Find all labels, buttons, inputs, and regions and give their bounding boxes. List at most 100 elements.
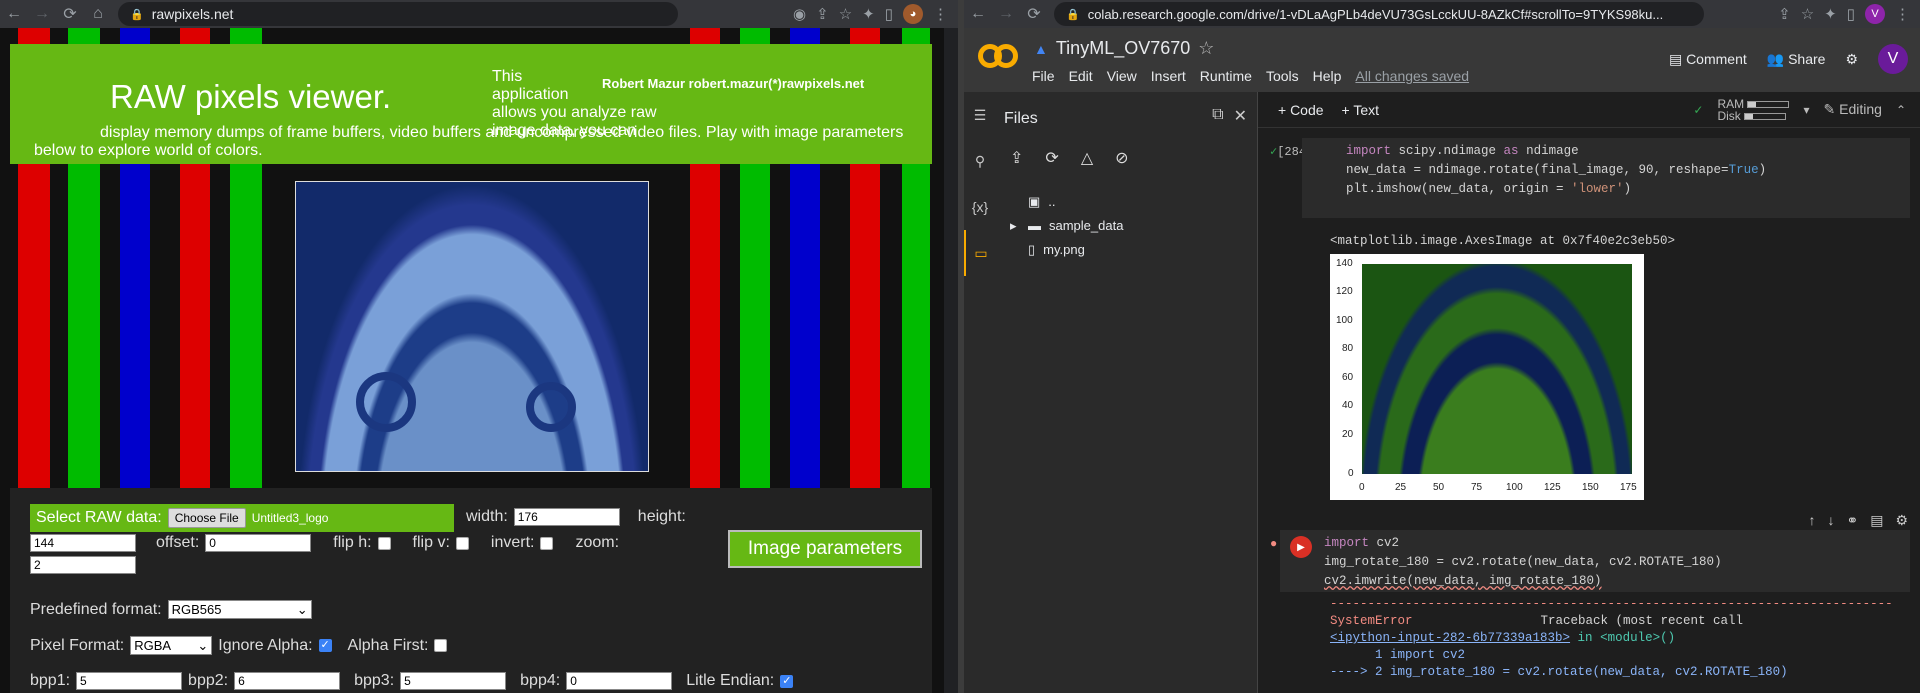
- author-text: Robert Mazur robert.mazur(*)rawpixels.ne…: [602, 76, 865, 91]
- search-icon[interactable]: ⚲: [964, 138, 996, 184]
- menu-file[interactable]: File: [1032, 68, 1055, 84]
- flip-h-label: flip h:: [333, 534, 372, 551]
- predefined-label: Predefined format:: [30, 600, 162, 618]
- user-avatar[interactable]: V: [1878, 44, 1908, 74]
- menu-icon[interactable]: ⋮: [933, 5, 948, 23]
- url-text: rawpixels.net: [151, 6, 234, 22]
- alpha-first-checkbox[interactable]: [434, 639, 448, 652]
- comment-button[interactable]: ▤ Comment: [1669, 51, 1747, 68]
- collapse-icon[interactable]: ⌃: [1896, 103, 1906, 117]
- notebook-title[interactable]: TinyML_OV7670: [1056, 38, 1190, 59]
- close-icon[interactable]: ✕: [1234, 106, 1247, 126]
- cell-1-code: import scipy.ndimage as ndimage new_data …: [1302, 138, 1910, 199]
- variables-icon[interactable]: {x}: [964, 184, 996, 230]
- menu-view[interactable]: View: [1107, 68, 1137, 84]
- file-item-parent[interactable]: ▣..: [1010, 190, 1123, 214]
- move-up-icon[interactable]: ↑: [1808, 512, 1815, 529]
- choose-file-button[interactable]: Choose File: [167, 508, 246, 528]
- open-tab-icon[interactable]: ⧉: [1212, 106, 1223, 126]
- file-item-sample-data[interactable]: ▸ ▬ sample_data: [1010, 214, 1123, 238]
- little-endian-checkbox[interactable]: [780, 674, 794, 688]
- address-bar[interactable]: 🔒 colab.research.google.com/drive/1-vDLa…: [1054, 2, 1704, 26]
- move-down-icon[interactable]: ↓: [1827, 512, 1834, 529]
- code-cell-2[interactable]: ▶ import cv2 img_rotate_180 = cv2.rotate(…: [1280, 530, 1910, 592]
- offset-input[interactable]: 0: [205, 534, 312, 552]
- cell-1-editor[interactable]: import scipy.ndimage as ndimage new_data …: [1302, 138, 1910, 218]
- flip-v-checkbox[interactable]: [455, 536, 469, 550]
- files-toolbar: ⇪ ⟳ △ ⊘: [1010, 148, 1129, 168]
- forward-icon[interactable]: →: [28, 5, 56, 23]
- sidepanel-icon[interactable]: ▯: [1847, 5, 1855, 23]
- pixel-format-select[interactable]: RGBA ⌄: [130, 636, 213, 655]
- file-item-my-png[interactable]: ▯ my.png: [1010, 238, 1123, 262]
- upload-icon[interactable]: ⇪: [1010, 148, 1023, 168]
- raw-image-preview[interactable]: [295, 181, 649, 472]
- bpp2-input[interactable]: 6: [234, 672, 341, 690]
- toc-icon[interactable]: ☰: [964, 92, 996, 138]
- share-icon[interactable]: ⇪: [816, 5, 829, 23]
- x-tick: 125: [1544, 482, 1561, 493]
- back-icon[interactable]: ←: [964, 5, 992, 23]
- mount-drive-icon[interactable]: △: [1081, 148, 1093, 168]
- bpp1-input[interactable]: 5: [76, 672, 183, 690]
- refresh-folder-icon[interactable]: ⟳: [1045, 148, 1058, 168]
- menu-help[interactable]: Help: [1313, 68, 1342, 84]
- rawpixels-window: ← → ⟳ ⌂ 🔒 rawpixels.net ◉ ⇪ ☆ ✦ ▯ ◕ ⋮ RA…: [0, 0, 958, 693]
- eye-off-icon[interactable]: ◉: [793, 5, 806, 23]
- save-status[interactable]: All changes saved: [1355, 68, 1469, 84]
- menu-tools[interactable]: Tools: [1266, 68, 1299, 84]
- extension-icon[interactable]: ✦: [862, 5, 875, 23]
- back-icon[interactable]: ←: [0, 5, 28, 23]
- add-text-button[interactable]: + Text: [1342, 102, 1380, 118]
- gear-icon[interactable]: ⚙: [1895, 512, 1908, 529]
- link-icon[interactable]: ⚭: [1846, 512, 1858, 529]
- menu-insert[interactable]: Insert: [1151, 68, 1186, 84]
- forward-icon[interactable]: →: [992, 5, 1020, 23]
- star-icon[interactable]: ☆: [1198, 38, 1214, 59]
- ram-bar: [1747, 100, 1790, 108]
- address-bar[interactable]: 🔒 rawpixels.net: [118, 2, 678, 26]
- notebook-toolbar: + Code + Text ✓ RAM Disk ▾ ✎ Editing ⌃: [1258, 92, 1920, 128]
- menu-edit[interactable]: Edit: [1069, 68, 1093, 84]
- run-icon[interactable]: ▶: [1290, 536, 1312, 558]
- share-icon[interactable]: ⇪: [1778, 5, 1791, 23]
- folder-icon[interactable]: ▭: [964, 230, 996, 276]
- invert-checkbox[interactable]: [540, 536, 554, 550]
- sidepanel-icon[interactable]: ▯: [885, 5, 893, 23]
- image-parameters-button[interactable]: Image parameters: [728, 530, 922, 568]
- star-icon[interactable]: ☆: [839, 5, 852, 23]
- profile-avatar[interactable]: ◕: [903, 4, 923, 24]
- resources-indicator[interactable]: RAM Disk: [1717, 98, 1790, 122]
- chevron-down-icon[interactable]: ▾: [1803, 103, 1809, 117]
- home-icon[interactable]: ⌂: [84, 5, 112, 23]
- height-input[interactable]: 144: [30, 534, 136, 552]
- bpp3-input[interactable]: 5: [400, 672, 507, 690]
- width-input[interactable]: 176: [513, 508, 620, 526]
- hide-files-icon[interactable]: ⊘: [1115, 148, 1128, 168]
- zoom-input[interactable]: 2: [30, 556, 136, 574]
- gear-icon[interactable]: ⚙: [1845, 51, 1858, 68]
- traceback-link[interactable]: <ipython-input-282-6b77339a183b>: [1330, 631, 1570, 645]
- reload-icon[interactable]: ⟳: [1020, 4, 1048, 24]
- file-label: my.png: [1043, 242, 1085, 257]
- reload-icon[interactable]: ⟳: [56, 4, 84, 24]
- star-icon[interactable]: ☆: [1801, 5, 1814, 23]
- ignore-alpha-checkbox[interactable]: [318, 638, 332, 652]
- menu-icon[interactable]: ⋮: [1895, 5, 1910, 23]
- bpp2-label: bpp2:: [188, 672, 229, 689]
- files-title: Files: [1004, 110, 1038, 127]
- editing-button[interactable]: ✎ Editing: [1824, 101, 1882, 118]
- predefined-format-select[interactable]: RGB565 ⌄: [167, 600, 312, 619]
- code-cell-1[interactable]: ✓[284] import scipy.ndimage as ndimage ne…: [1270, 128, 1920, 218]
- puzzle-icon[interactable]: ✦: [1824, 5, 1837, 23]
- share-button[interactable]: 👥 Share: [1767, 51, 1826, 68]
- comment-icon[interactable]: ▤: [1870, 512, 1883, 529]
- page-title: RAW pixels viewer.: [110, 78, 392, 115]
- bpp4-input[interactable]: 0: [566, 672, 673, 690]
- profile-avatar[interactable]: V: [1865, 4, 1885, 24]
- flip-h-checkbox[interactable]: [377, 536, 391, 550]
- menu-bar: File Edit View Insert Runtime Tools Help…: [1032, 68, 1469, 84]
- add-code-button[interactable]: + Code: [1278, 102, 1324, 118]
- colab-logo[interactable]: [978, 44, 1018, 70]
- menu-runtime[interactable]: Runtime: [1200, 68, 1252, 84]
